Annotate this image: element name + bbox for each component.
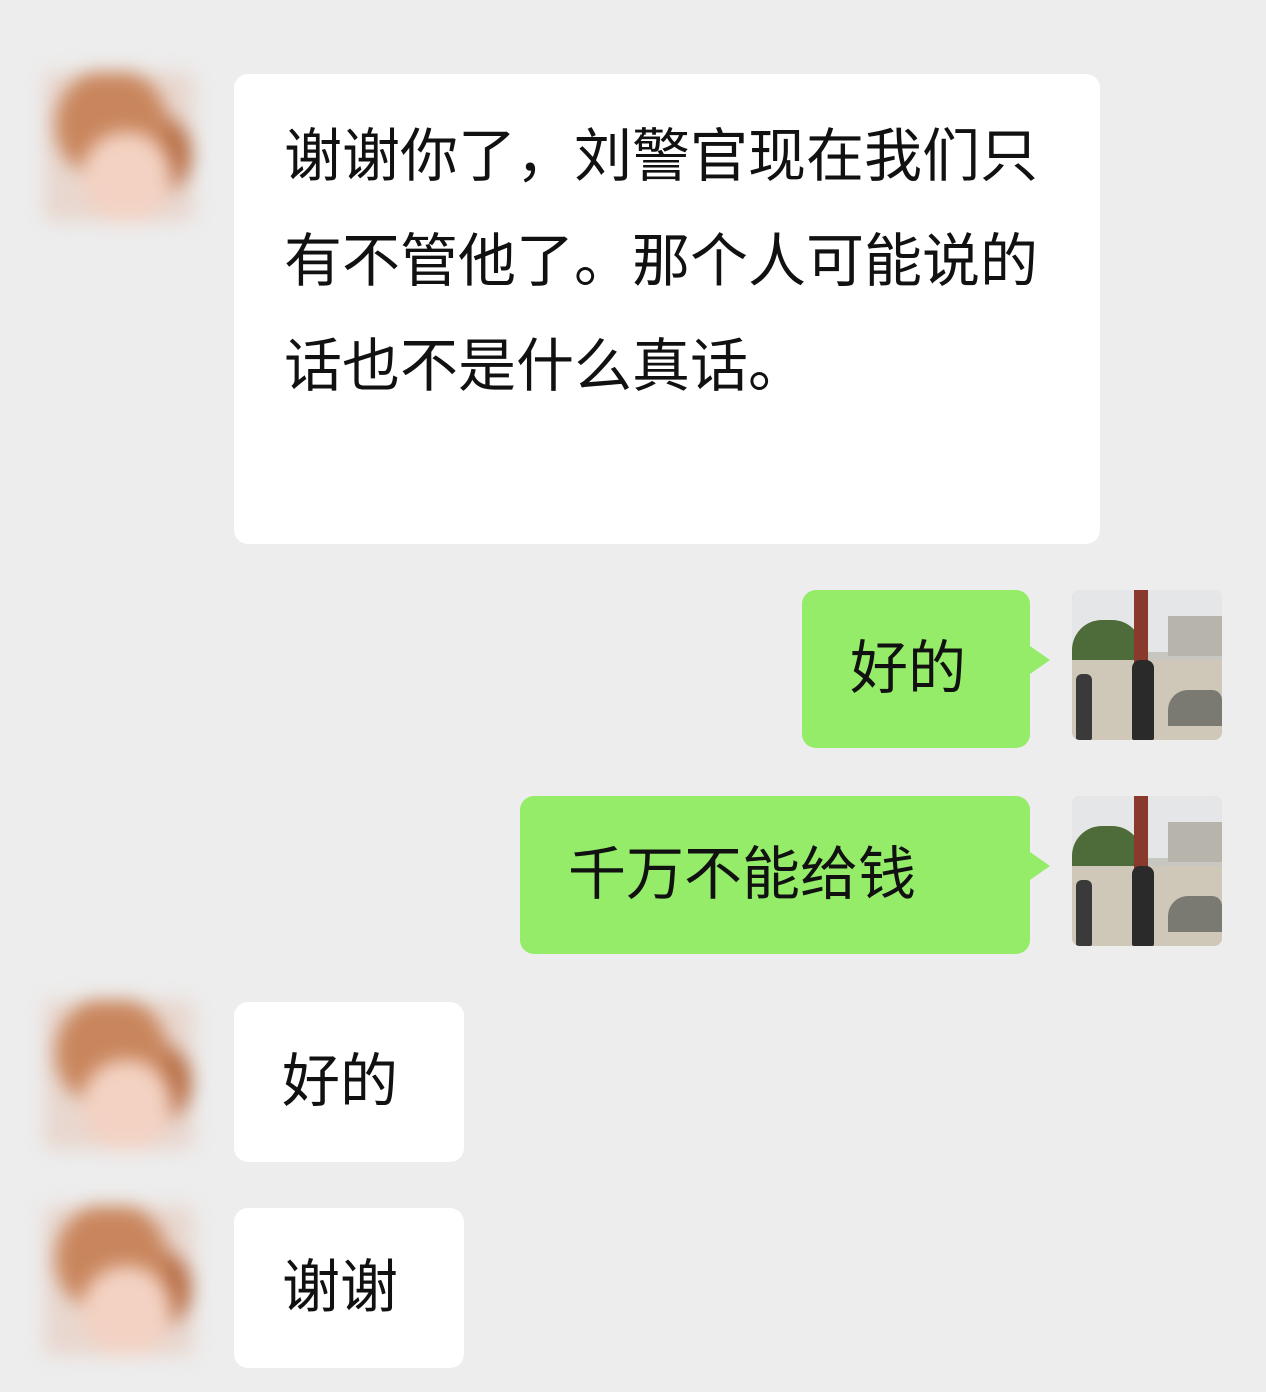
- message-text: 千万不能给钱: [568, 840, 917, 908]
- contact-avatar[interactable]: [44, 1206, 194, 1356]
- message-bubble-outgoing[interactable]: 千万不能给钱: [520, 796, 1050, 954]
- chat-view: 谢谢你了，刘警官现在我们只有不管他了。那个人可能说的话也不是什么真话。 好的 千…: [0, 0, 1266, 1392]
- user-avatar[interactable]: [1072, 590, 1222, 740]
- message-bubble-incoming[interactable]: 谢谢你了，刘警官现在我们只有不管他了。那个人可能说的话也不是什么真话。: [234, 74, 1100, 544]
- message-text: 谢谢你了，刘警官现在我们只有不管他了。那个人可能说的话也不是什么真话。: [284, 122, 1039, 400]
- message-bubble-incoming[interactable]: 谢谢: [234, 1208, 464, 1368]
- contact-avatar[interactable]: [44, 72, 194, 222]
- message-text: 好的: [850, 634, 967, 702]
- message-bubble-outgoing[interactable]: 好的: [802, 590, 1050, 748]
- contact-avatar[interactable]: [44, 1000, 194, 1150]
- message-text: 好的: [282, 1047, 399, 1115]
- user-avatar[interactable]: [1072, 796, 1222, 946]
- message-text: 谢谢: [282, 1253, 399, 1321]
- message-bubble-incoming[interactable]: 好的: [234, 1002, 464, 1162]
